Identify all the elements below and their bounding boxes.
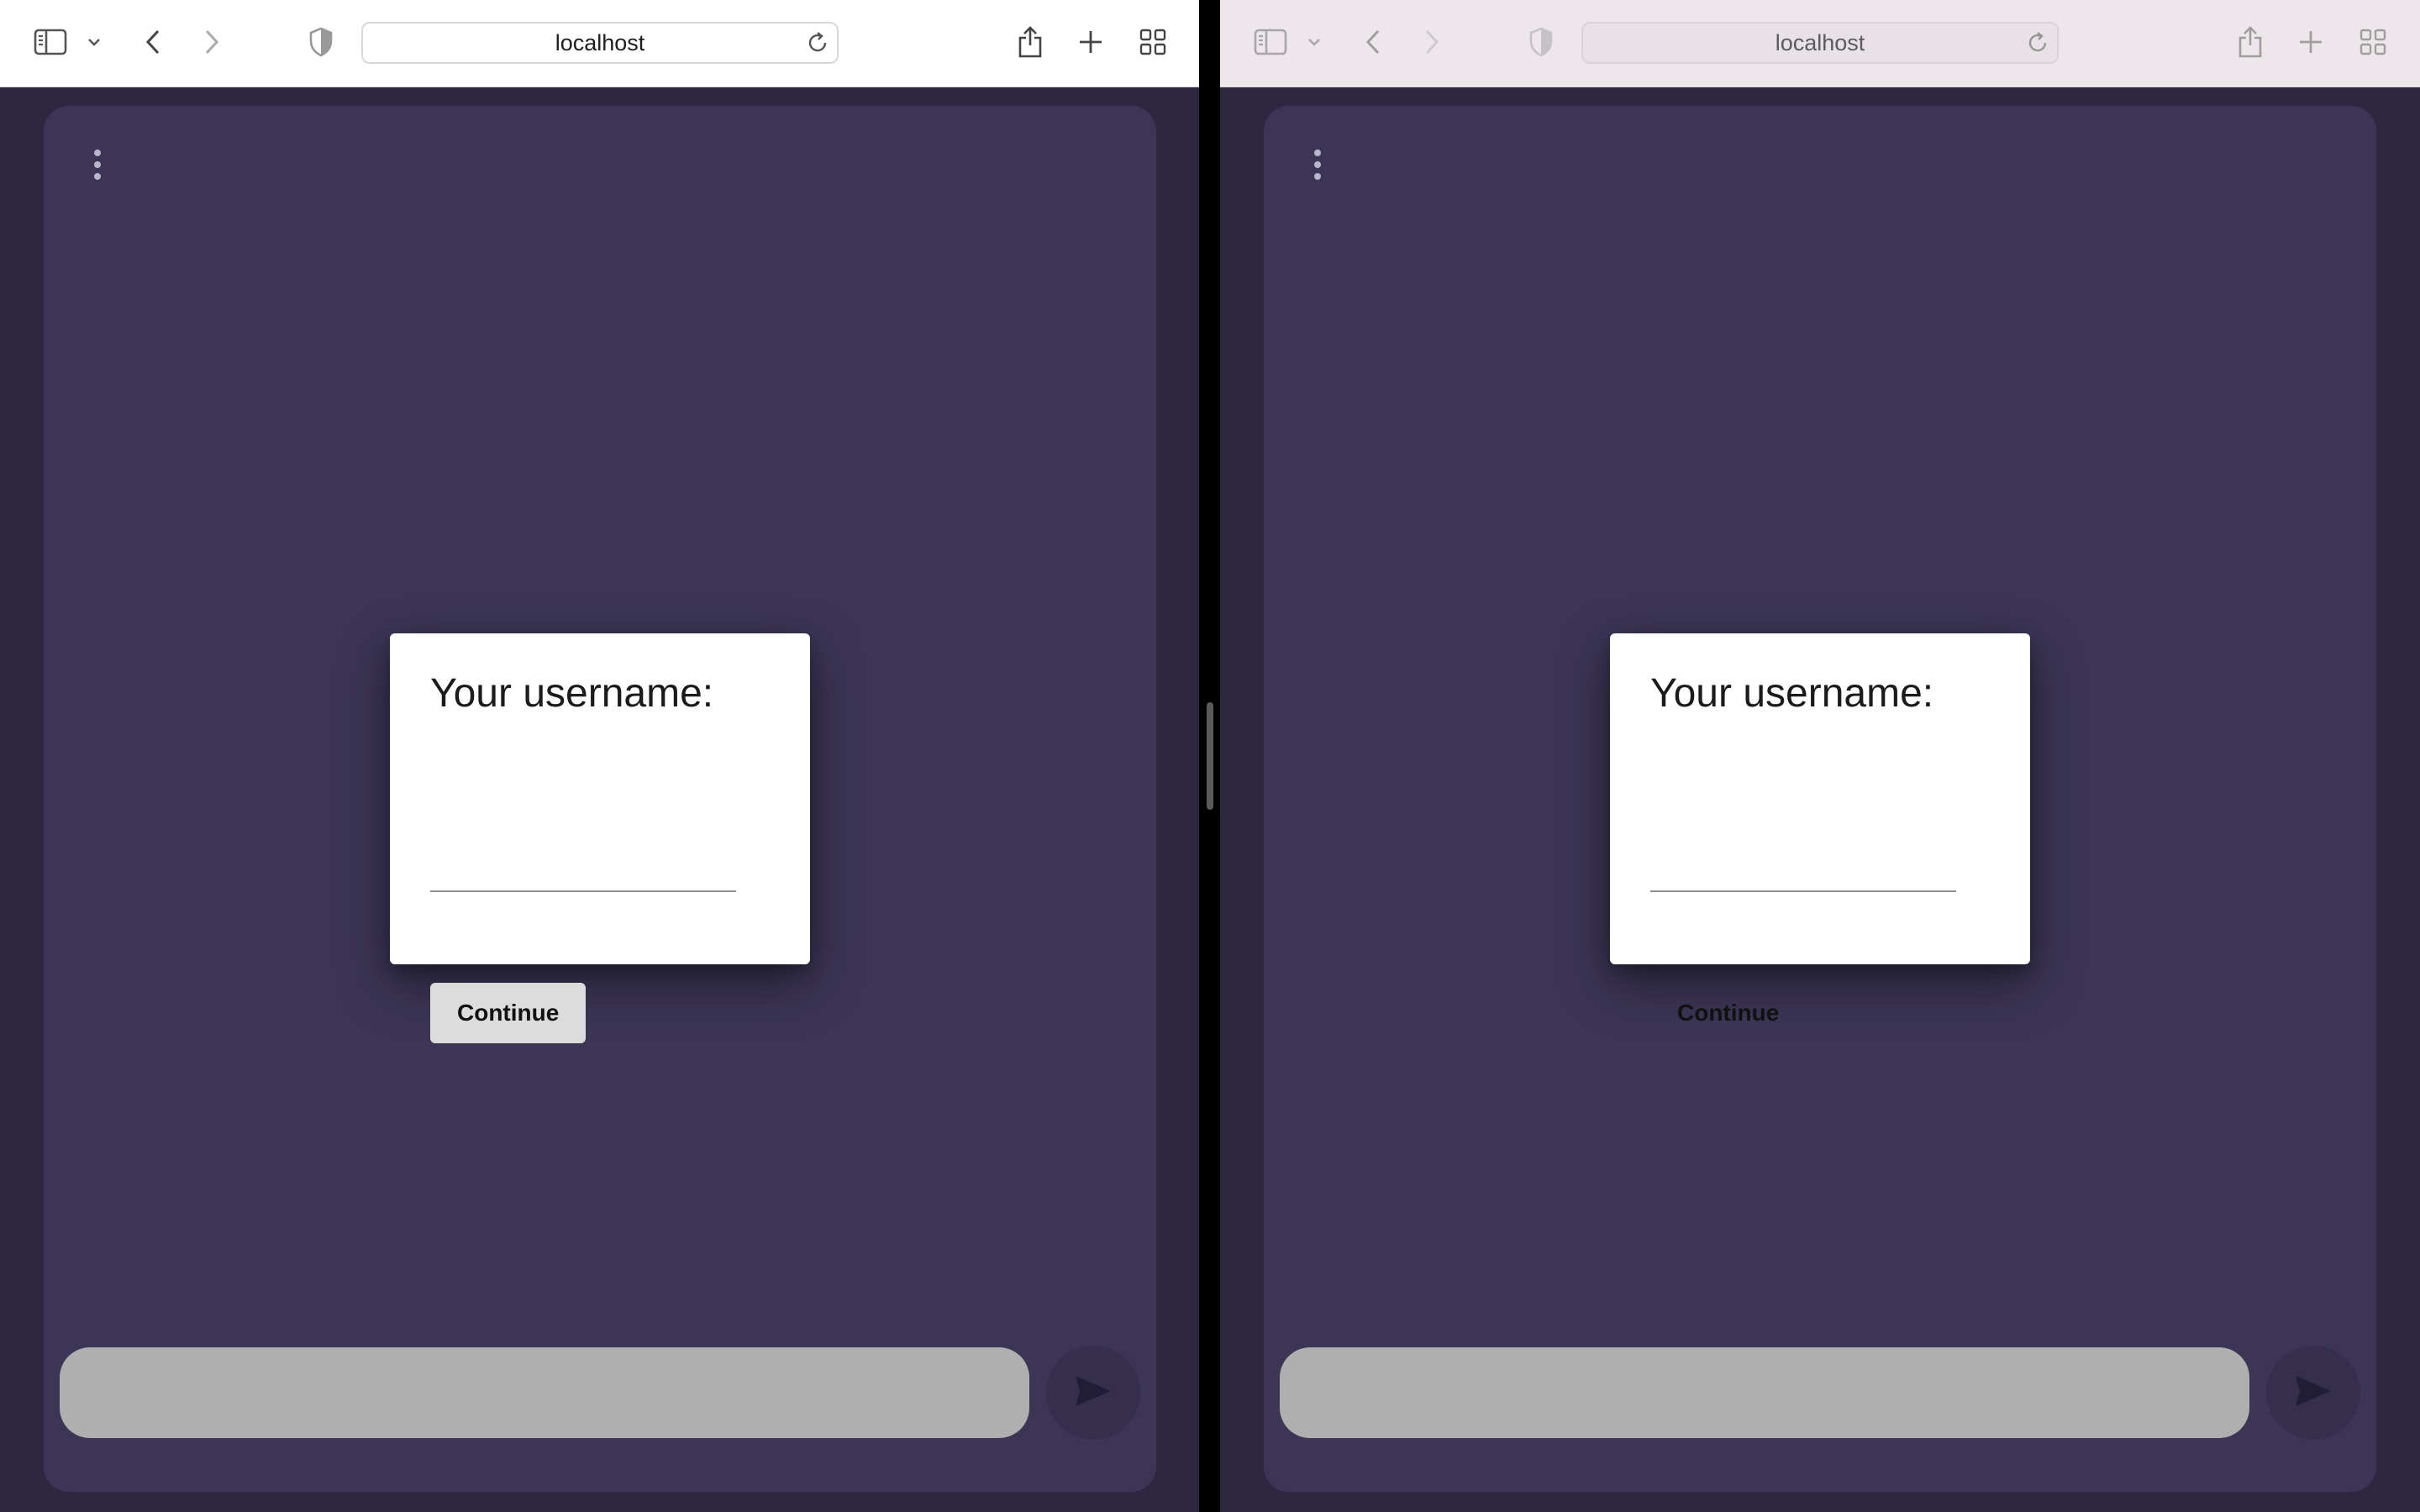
share-icon[interactable]: [2230, 22, 2270, 62]
chat-app-card: Your username: Continue: [44, 106, 1156, 1492]
username-dialog: Your username: Continue: [390, 633, 810, 1043]
address-bar[interactable]: localhost: [361, 22, 839, 64]
sidebar-icon[interactable]: [1250, 22, 1291, 62]
browser-toolbar: localhost: [1220, 0, 2420, 87]
grid-icon[interactable]: [2353, 22, 2393, 62]
browser-toolbar: localhost: [0, 0, 1199, 87]
chevron-left-icon[interactable]: [1353, 22, 1393, 62]
username-input[interactable]: [1650, 842, 1956, 892]
send-button[interactable]: [2266, 1346, 2360, 1440]
shield-icon[interactable]: [301, 22, 341, 62]
kebab-menu-icon[interactable]: [1301, 143, 1334, 186]
continue-button[interactable]: Continue: [1650, 983, 1806, 1043]
username-dialog: Your username: Continue: [1610, 633, 2030, 1026]
continue-button[interactable]: Continue: [430, 983, 587, 1043]
reload-icon[interactable]: [2025, 30, 2050, 55]
split-screen: localhost Your username: Continue localh…: [0, 0, 2420, 1512]
chevron-right-icon[interactable]: [1412, 22, 1452, 62]
dialog-title: Your username:: [1650, 671, 1934, 716]
dialog-title: Your username:: [430, 671, 714, 716]
reload-icon[interactable]: [805, 30, 830, 55]
chevron-right-icon[interactable]: [192, 22, 232, 62]
send-icon: [1074, 1374, 1113, 1412]
chevron-left-icon[interactable]: [133, 22, 173, 62]
browser-window-right: localhost Your username: Continue: [1220, 0, 2420, 1512]
message-input[interactable]: [60, 1347, 1029, 1438]
chat-app-card: Your username: Continue: [1264, 106, 2376, 1492]
grid-icon[interactable]: [1133, 22, 1173, 62]
chevron-down-icon[interactable]: [77, 22, 111, 62]
sidebar-icon[interactable]: [30, 22, 71, 62]
address-bar-text: localhost: [1775, 29, 1865, 55]
plus-icon[interactable]: [1071, 22, 1111, 62]
browser-window-left: localhost Your username: Continue: [0, 0, 1199, 1512]
send-button[interactable]: [1046, 1346, 1140, 1440]
kebab-menu-icon[interactable]: [81, 143, 114, 186]
plus-icon[interactable]: [2291, 22, 2331, 62]
message-input[interactable]: [1280, 1347, 2249, 1438]
address-bar[interactable]: localhost: [1581, 22, 2059, 64]
chevron-down-icon[interactable]: [1297, 22, 1331, 62]
split-view-handle[interactable]: [1207, 702, 1213, 810]
send-icon: [2294, 1374, 2333, 1412]
shield-icon[interactable]: [1521, 22, 1561, 62]
address-bar-text: localhost: [555, 29, 645, 55]
username-input[interactable]: [430, 842, 736, 892]
share-icon[interactable]: [1010, 22, 1050, 62]
